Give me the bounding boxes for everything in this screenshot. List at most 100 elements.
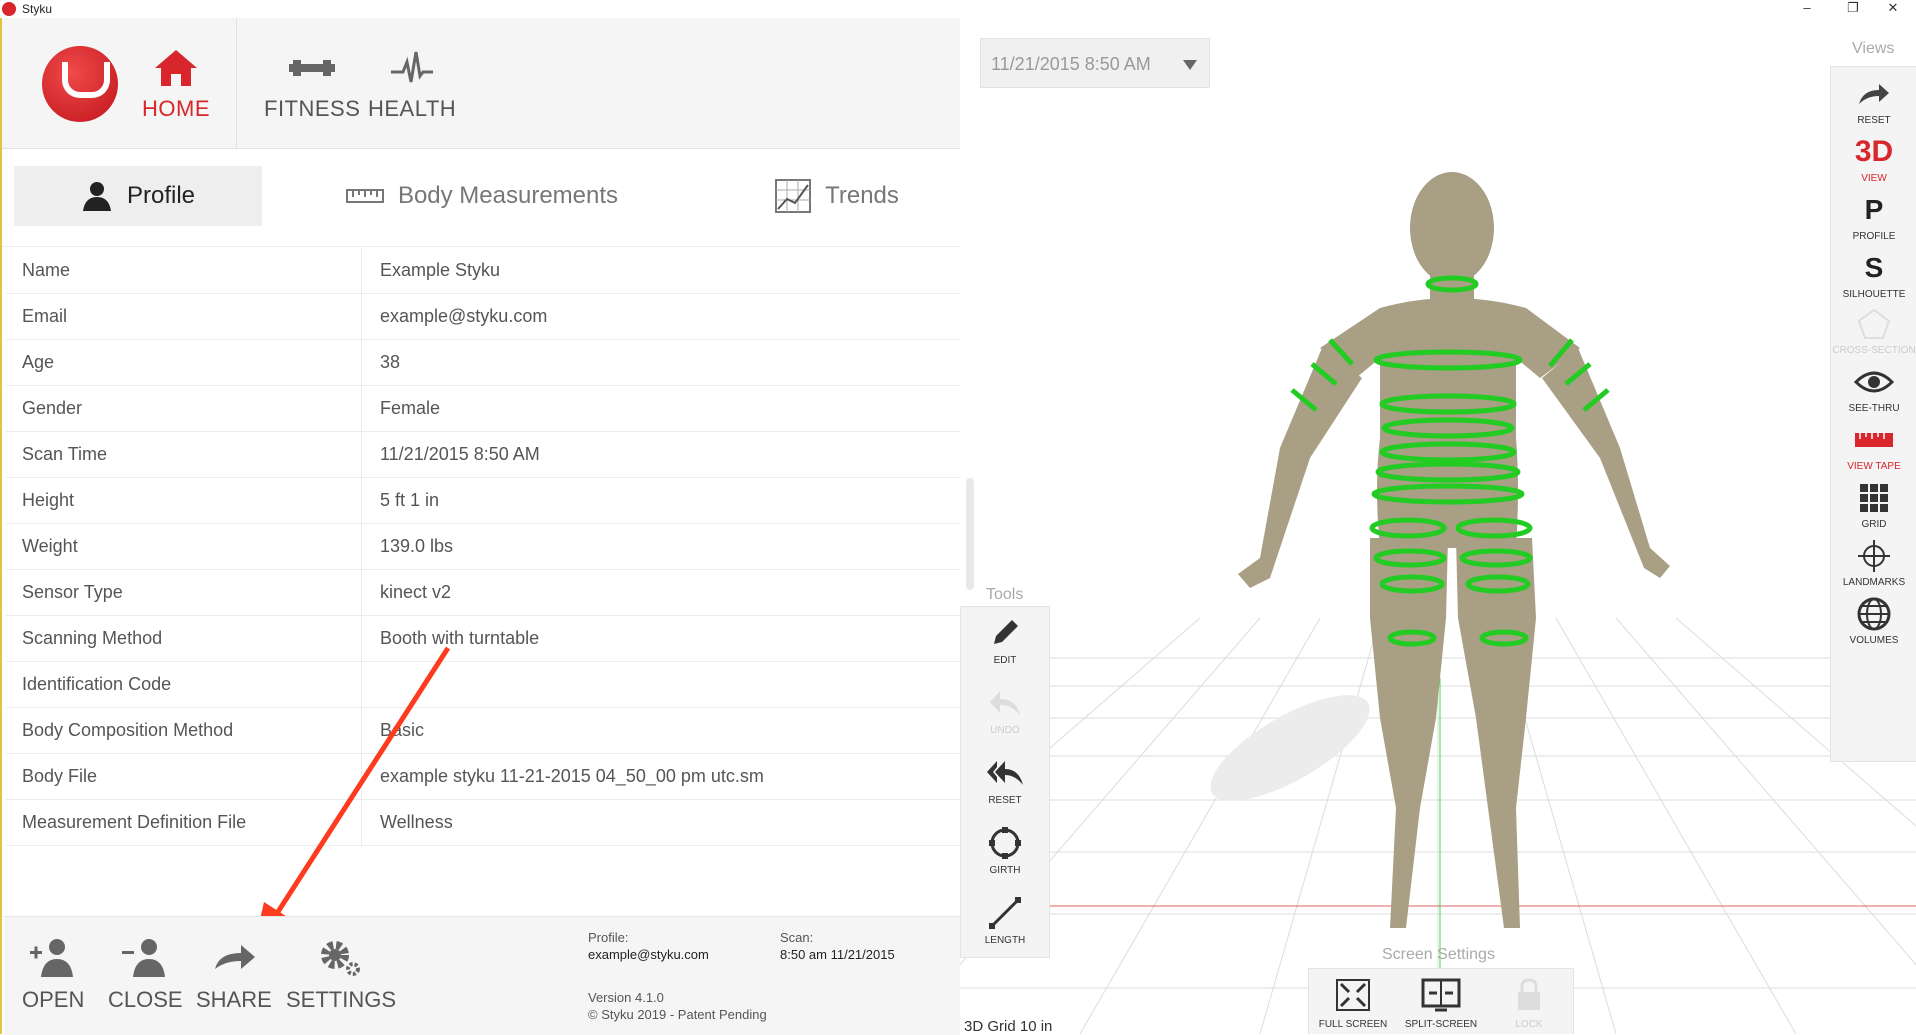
view-volumes-button[interactable]: VOLUMES [1831, 593, 1916, 646]
scan-date-select[interactable]: 11/21/2015 8:50 AM [980, 38, 1210, 88]
views-label: Views [1852, 40, 1895, 57]
settings-button[interactable]: SETTINGS [286, 937, 396, 1013]
field-label: Weight [6, 524, 362, 569]
settings-label: SETTINGS [286, 987, 397, 1012]
field-label: Measurement Definition File [6, 800, 362, 845]
table-row: Body Composition Method Basic [6, 708, 960, 754]
girth-circle-icon [989, 827, 1021, 859]
tool-reset-button[interactable]: RESET [961, 751, 1049, 806]
profile-info-label: Profile: [588, 930, 629, 945]
table-row: Height 5 ft 1 in [6, 478, 960, 524]
nav-fitness[interactable]: FITNESS [264, 48, 360, 122]
field-label: Scan Time [6, 432, 362, 477]
close-window-button[interactable]: ✕ [1870, 0, 1916, 18]
split-screen-button[interactable]: SPLIT-SCREEN [1397, 971, 1485, 1030]
view-tape-label: VIEW TAPE [1847, 461, 1901, 472]
tool-reset-label: RESET [988, 795, 1022, 806]
view-tape-button[interactable]: VIEW TAPE [1831, 419, 1916, 472]
crosshair-icon [1858, 540, 1890, 572]
field-value: kinect v2 [380, 582, 452, 602]
field-value: 38 [380, 352, 401, 372]
pentagon-icon [1857, 308, 1891, 339]
view-profile-label: PROFILE [1852, 231, 1896, 242]
lock-button[interactable]: LOCK [1485, 971, 1573, 1030]
field-label: Email [6, 294, 362, 339]
tab-profile[interactable]: Profile [14, 166, 262, 226]
view-reset-label: RESET [1857, 115, 1891, 126]
pencil-icon [994, 620, 1018, 644]
tool-undo-button[interactable]: UNDO [961, 681, 1049, 736]
share-button[interactable]: SHARE [196, 937, 272, 1013]
tab-trends-label: Trends [825, 182, 899, 209]
table-row: Email example@styku.com [6, 294, 960, 340]
heartbeat-icon [391, 51, 434, 83]
chevron-down-icon [1183, 60, 1197, 70]
version-text: Version 4.1.0 [588, 990, 664, 1005]
ruler-icon [345, 189, 384, 203]
title-bar: Styku – ❐ ✕ [0, 0, 1916, 18]
top-nav: HOME FITNESS HEALTH [2, 18, 960, 149]
table-row: Sensor Type kinect v2 [6, 570, 960, 616]
styku-logo [42, 46, 118, 122]
views-toolbar: RESET 3D VIEW P PROFILE S SILHOUETTE CRO… [1830, 66, 1916, 762]
view-silhouette-button[interactable]: S SILHOUETTE [1831, 247, 1916, 300]
tool-length-button[interactable]: LENGTH [961, 891, 1049, 946]
table-row: Scanning Method Booth with turntable [6, 616, 960, 662]
field-value [362, 662, 380, 707]
table-row: Age 38 [6, 340, 960, 386]
view-reset-button[interactable]: RESET [1831, 73, 1916, 126]
grid-scale-label: 3D Grid 10 in [964, 1018, 1053, 1034]
left-pane: HOME FITNESS HEALTH Profile Body Measure… [0, 18, 960, 1035]
version-info: Version 4.1.0 © Styku 2019 - Patent Pend… [588, 989, 767, 1023]
field-label: Scanning Method [6, 616, 362, 661]
open-label: OPEN [22, 987, 85, 1012]
close-button[interactable]: CLOSE [108, 937, 183, 1013]
tool-edit-button[interactable]: EDIT [961, 611, 1049, 666]
body-scan-model [1238, 172, 1670, 928]
view-see-thru-button[interactable]: SEE-THRU [1831, 361, 1916, 414]
split-screen-icon [1421, 978, 1461, 1012]
table-row: Weight 139.0 lbs [6, 524, 960, 570]
nav-health[interactable]: HEALTH [368, 48, 456, 122]
profile-info-value: example@styku.com [588, 947, 709, 962]
profile-info: Profile: example@styku.com [588, 929, 709, 963]
view-3d-label: VIEW [1861, 173, 1887, 184]
remove-user-icon [122, 939, 166, 977]
view-profile-button[interactable]: P PROFILE [1831, 189, 1916, 242]
tools-label: Tools [986, 586, 1024, 603]
nav-home-label: HOME [142, 96, 210, 121]
field-label: Body Composition Method [6, 708, 362, 753]
open-button[interactable]: OPEN [22, 937, 84, 1013]
eye-icon [1854, 371, 1894, 393]
length-line-icon [989, 897, 1021, 929]
field-value: 139.0 lbs [380, 536, 454, 556]
table-row: Identification Code [6, 662, 960, 708]
minimize-button[interactable]: – [1784, 0, 1830, 18]
tool-undo-label: UNDO [990, 725, 1020, 736]
view-grid-button[interactable]: GRID [1831, 477, 1916, 530]
tab-body-measurements[interactable]: Body Measurements [332, 166, 632, 226]
split-screen-label: SPLIT-SCREEN [1404, 1019, 1478, 1030]
full-screen-button[interactable]: FULL SCREEN [1309, 971, 1397, 1030]
view-cross-section-button[interactable]: CROSS-SECTION [1831, 303, 1916, 356]
silhouette-s-icon: S [1864, 252, 1884, 283]
nav-home[interactable]: HOME [142, 48, 210, 122]
nav-fitness-label: FITNESS [264, 96, 361, 121]
full-screen-label: FULL SCREEN [1318, 1019, 1388, 1030]
bottom-toolbar: OPEN CLOSE SHARE SETTINGS Profile: examp… [4, 916, 960, 1035]
table-row: Scan Time 11/21/2015 8:50 AM [6, 432, 960, 478]
view-landmarks-button[interactable]: LANDMARKS [1831, 535, 1916, 588]
tab-trends[interactable]: Trends [752, 166, 922, 226]
profile-table: Name Example Styku Email example@styku.com… [6, 248, 960, 846]
view-silhouette-label: SILHOUETTE [1842, 289, 1906, 300]
window-title: Styku [22, 2, 53, 16]
tool-girth-button[interactable]: GIRTH [961, 821, 1049, 876]
field-label: Age [6, 340, 362, 385]
field-value: 5 ft 1 in [380, 490, 440, 510]
splitter-handle[interactable] [966, 478, 974, 590]
tools-toolbar: EDIT UNDO RESET GIRTH LENGTH [960, 606, 1050, 958]
view-3d-button[interactable]: 3D VIEW [1831, 131, 1916, 184]
field-value: Wellness [380, 812, 453, 832]
close-label: CLOSE [108, 987, 183, 1012]
dumbbell-icon [289, 60, 336, 76]
